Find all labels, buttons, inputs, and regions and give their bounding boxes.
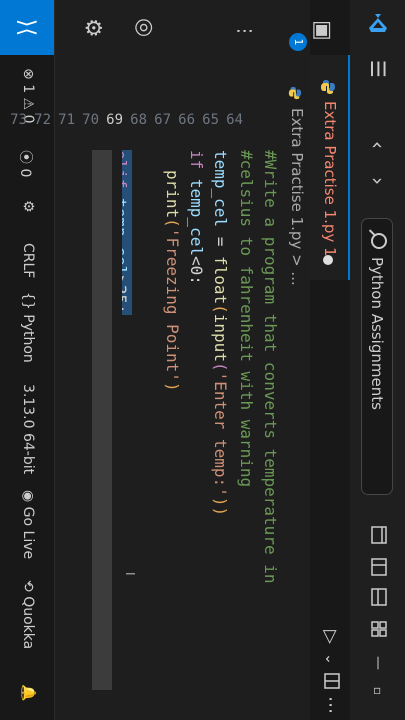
title-bar: ☰ ‹ › Python Assignments — ▫ (349, 0, 405, 720)
run-dropdown-icon[interactable]: ⌄ (319, 648, 341, 670)
breadcrumb-path[interactable]: Extra Practise 1.py > ... (288, 108, 306, 286)
line-number: 68 (130, 112, 147, 128)
line-number: 71 (58, 112, 75, 128)
status-bar: ⟩⟨ ⊗ 1 ⚠ 0 ⦿ 0 ⚙ CRLF {} Python 3.13.0 6… (0, 0, 55, 720)
menu-icon[interactable]: ☰ (366, 58, 390, 80)
more-views-icon[interactable]: ⋮ (234, 22, 255, 40)
more-actions-icon[interactable]: ⋯ (319, 694, 341, 716)
line-number: 72 (34, 112, 51, 128)
mouse-cursor-icon: I (123, 572, 137, 576)
code-line-67: if temp_cel<0: (187, 150, 206, 285)
split-editor-icon[interactable] (319, 670, 341, 692)
braces-icon: {} (20, 292, 36, 310)
vscode-window: ☰ ‹ › Python Assignments — ▫ Extra Pract… (0, 0, 405, 720)
code-editor[interactable]: #Write a program that converts temperatu… (108, 0, 282, 720)
settings-gear-icon[interactable]: ⚙ (80, 18, 105, 38)
horizontal-scrollbar[interactable] (92, 150, 112, 690)
python-file-icon (284, 86, 303, 100)
language-status[interactable]: {} Python (20, 292, 36, 363)
go-live-status[interactable]: ◉ Go Live (20, 490, 36, 559)
line-number: 73 (10, 112, 27, 128)
run-python-icon[interactable]: ▷ (319, 626, 341, 648)
quokka-status[interactable]: ⟲ Quokka (20, 580, 36, 649)
toggle-primary-sidebar-icon[interactable] (367, 524, 389, 546)
code-line-64: #Write a program that converts temperatu… (261, 150, 280, 584)
tab-label: Extra Practise 1.py 1 (321, 101, 339, 257)
extensions-icon[interactable]: ▣ (310, 20, 335, 41)
line-number: 70 (82, 112, 99, 128)
code-line-65: #celsius to fahrenheit with warning (237, 150, 256, 488)
search-icon (371, 233, 387, 249)
notification-badge: 1 (289, 33, 307, 51)
customize-layout-icon[interactable] (367, 618, 389, 640)
remote-indicator-icon[interactable]: ⟩⟨ (0, 0, 54, 55)
toggle-panel-icon[interactable] (367, 556, 389, 578)
interpreter-status[interactable]: 3.13.0 64-bit (20, 384, 36, 474)
code-line-68: print('Freezing Point') (163, 170, 182, 392)
editor-tabs: Extra Practise 1.py 1 ▷ ⌄ ⋯ (309, 0, 350, 720)
ports-status[interactable]: ⦿ 0 (16, 150, 36, 177)
line-number: 66 (178, 112, 195, 128)
restore-icon[interactable]: ▫ (367, 680, 389, 702)
notifications-bell-icon[interactable]: 🔔 (20, 684, 36, 701)
line-ending-status[interactable]: CRLF (20, 243, 36, 278)
line-number: 64 (226, 112, 243, 128)
line-number: 65 (202, 112, 219, 128)
toggle-secondary-sidebar-icon[interactable] (367, 586, 389, 608)
command-center-search[interactable]: Python Assignments (361, 218, 393, 495)
debug-status-icon[interactable]: ⚙ (20, 200, 36, 213)
tab-extra-practise[interactable]: Extra Practise 1.py 1 (310, 55, 350, 280)
vscode-logo-icon (367, 12, 389, 34)
unsaved-dot-icon[interactable] (323, 255, 333, 265)
line-number: 69 (106, 112, 123, 128)
line-number: 67 (154, 112, 171, 128)
accounts-icon[interactable]: ◎ (132, 18, 157, 37)
minimize-icon[interactable]: — (367, 652, 389, 674)
python-file-icon (316, 79, 336, 95)
search-label: Python Assignments (368, 257, 386, 410)
go-back-icon[interactable]: ‹ (366, 134, 390, 156)
breadcrumb: Extra Practise 1.py > ... (282, 0, 310, 720)
code-line-66: temp_cel = float(input('Enter temp:')) (211, 150, 230, 517)
go-forward-icon[interactable]: › (366, 170, 390, 192)
